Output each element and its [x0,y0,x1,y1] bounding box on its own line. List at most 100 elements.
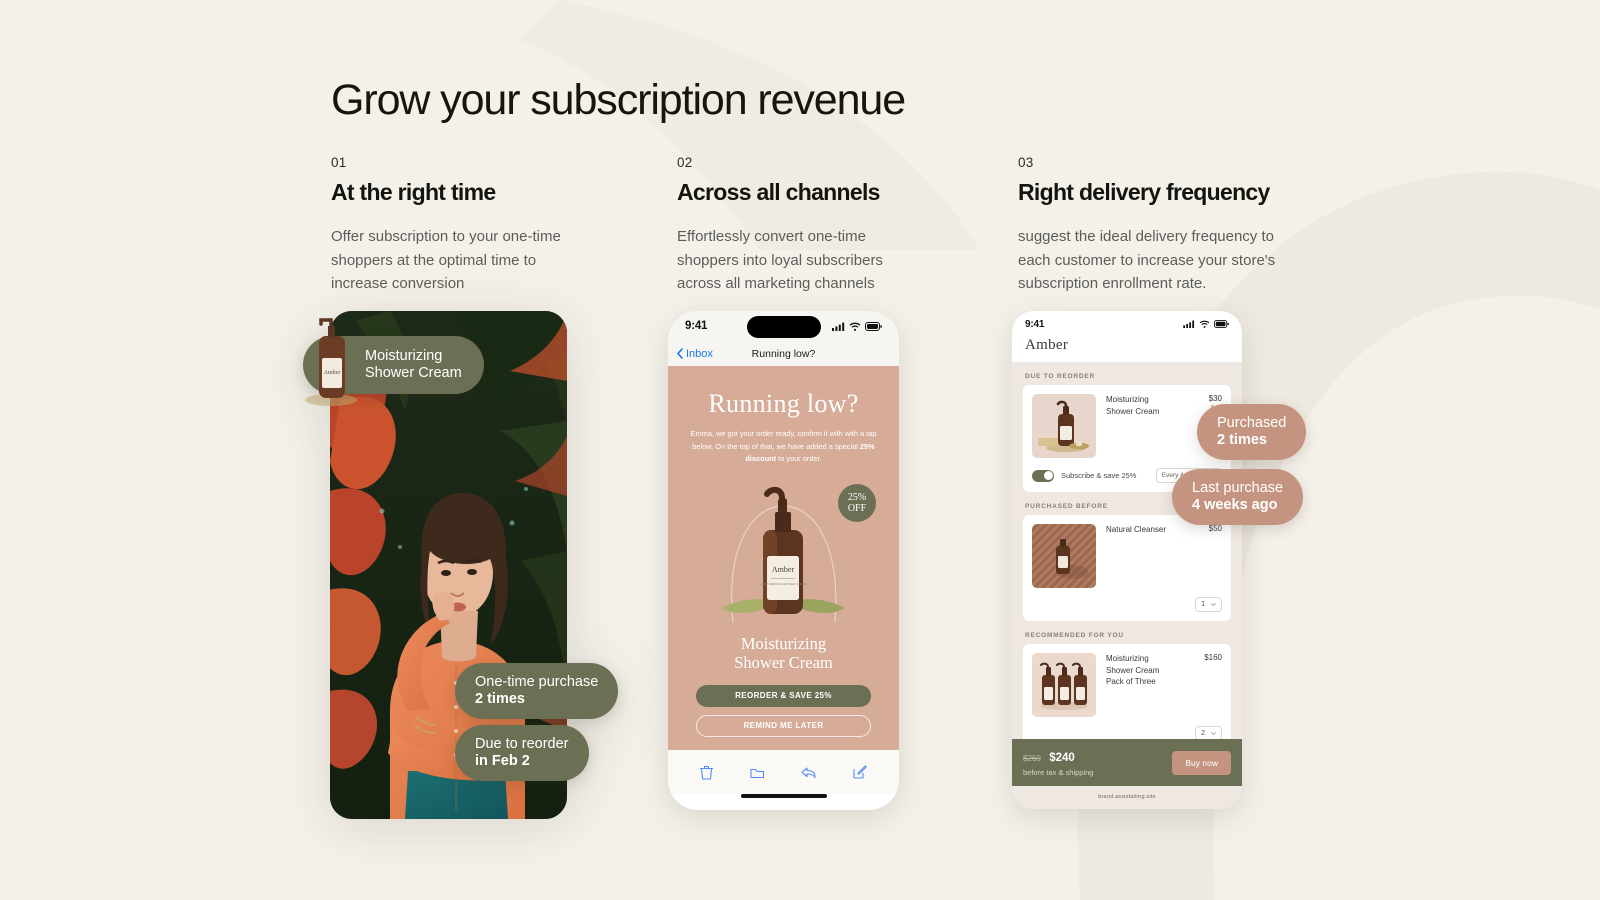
quantity-select[interactable]: 1 [1195,597,1222,612]
email-heading: Running low? [708,389,859,418]
badge-line-1: Moisturizing [365,348,443,364]
chevron-left-icon [677,348,683,359]
landing-page: Grow your subscription revenue 01 At the… [0,0,1600,900]
last-purchase-badge: Last purchase 4 weeks ago [1172,469,1304,525]
chevron-down-icon [1211,603,1216,606]
feature-number: 01 [331,155,347,170]
status-bar: 9:41 [1012,311,1242,337]
status-time: 9:41 [1025,318,1045,330]
product-name: Natural Cleanser [1106,524,1199,588]
subscribe-toggle[interactable] [1032,469,1054,482]
cellular-signal-icon [1183,320,1195,328]
status-bar: 9:41 [668,311,899,341]
badge-value: 4 weeks ago [1192,497,1278,513]
email-text-pre: Emma, we got your order ready, confirm i… [690,429,877,451]
product-card-purchased-before[interactable]: Natural Cleanser $50 1 [1023,515,1231,621]
reorder-and-save-button[interactable]: REORDER & SAVE 25% [696,684,871,707]
svg-text:Amber: Amber [772,565,795,574]
badge-label: Due to reorder [475,736,569,752]
feature-body: Offer subscription to your one-time shop… [331,228,561,292]
product-name-line-2: Shower Cream [734,652,833,672]
product-thumbnail [1032,653,1096,717]
badge-value: 2 times [475,691,525,707]
badge-label: Last purchase [1192,480,1284,496]
product-name-line-1: Moisturizing [1106,395,1149,404]
back-to-inbox-button[interactable]: Inbox [677,348,713,360]
email-text-post: to your order. [776,454,822,464]
feature-columns: 01 At the right time Offer subscription … [331,155,1431,296]
price-current: $50 [1208,524,1222,533]
page-title: Grow your subscription revenue [331,76,906,124]
due-to-reorder-badge: Due to reorder in Feb 2 [455,725,589,781]
purchased-count-badge: Purchased 2 times [1197,404,1307,460]
product-name: Moisturizing Shower Cream Pack of Three [1106,653,1194,717]
dynamic-island [746,316,821,338]
phone-mockup-photo: Amber Moisturizing Shower Cream One-time… [303,311,619,819]
status-time: 9:41 [685,320,708,332]
product-name-line-1: Moisturizing [740,633,827,653]
total-original: $260 [1023,754,1041,763]
cellular-signal-icon [832,322,845,331]
subscribe-label: Subscribe & save 25% [1061,471,1137,480]
product-name-line-2: Shower Cream [1106,665,1160,675]
checkout-footer: $260 $240 before tax & shipping Buy now [1012,739,1242,786]
feature-body: Effortlessly convert one-time shoppers i… [677,228,883,292]
price-current: $160 [1204,653,1222,662]
badge-label: Purchased [1217,415,1287,431]
feature-title: Across all channels [677,179,880,205]
section-label-due-to-reorder: DUE TO REORDER [1025,373,1095,380]
total-current: $240 [1049,752,1075,764]
feature-number: 02 [677,155,693,170]
status-icons [1183,320,1229,328]
product-row: Moisturizing Shower Cream $30 $40 [1032,394,1222,458]
price-current: $30 [1208,394,1222,403]
product-name-line-1: Natural Cleanser [1106,525,1167,534]
badge-line-2: Shower Cream [365,365,462,381]
remind-me-later-button[interactable]: REMIND ME LATER [696,714,871,737]
chevron-down-icon [1211,732,1216,735]
shower-cream-thumb-image [1032,394,1096,458]
reply-icon[interactable] [801,766,816,779]
email-product-name: Moisturizing Shower Cream [685,634,882,672]
quantity-row: 1 [1032,597,1222,612]
pack-of-three-thumb-image [1032,653,1096,717]
feature-column-2: 02 Across all channels Effortlessly conv… [677,155,1018,296]
trash-icon[interactable] [700,765,714,780]
wifi-icon [849,322,861,331]
mail-toolbar [668,750,899,794]
one-time-purchase-badge: One-time purchase 2 times [455,663,619,719]
product-name-line-1: Moisturizing [1106,654,1149,663]
badge-label: One-time purchase [475,674,599,690]
product-row: Moisturizing Shower Cream Pack of Three … [1032,653,1222,717]
phone-mockup-email: 9:41 Inbox Running low? Running low? Emm… [668,311,899,810]
compose-icon[interactable] [853,765,867,779]
discount-off-label: OFF [847,502,867,514]
quantity-value: 1 [1201,601,1205,608]
status-icons [832,321,882,331]
badge-value: in Feb 2 [475,753,530,769]
email-content: Running low? Emma, we got your order rea… [668,366,899,750]
discount-badge: 25% OFF [838,483,876,522]
order-total: $260 $240 before tax & shipping [1023,748,1093,777]
total-line: $260 $240 [1023,748,1093,766]
battery-icon [865,321,882,331]
product-price: $50 [1209,524,1222,588]
product-thumbnail [1032,394,1096,458]
section-label-recommended: RECOMMENDED FOR YOU [1025,632,1124,639]
quantity-value: 2 [1201,730,1205,737]
bottle-thumbnail-icon: Amber [305,318,357,406]
phone-mockup-store: 9:41 Amber DUE TO REORDER Moisturizing S… [1012,311,1242,809]
back-label: Inbox [686,347,713,360]
wifi-icon [1199,320,1210,328]
product-hero-image: Amber MOISTURIZING SHOWER CREAM 25% OFF [685,472,882,632]
folder-icon[interactable] [750,766,765,779]
feature-column-3: 03 Right delivery frequency suggest the … [1018,155,1378,296]
product-thumbnail [1032,524,1096,588]
natural-cleanser-thumb-image [1032,524,1096,588]
feature-number: 03 [1018,155,1034,170]
store-url: brand.assistalong.site [1098,794,1156,800]
feature-title: Right delivery frequency [1018,179,1270,205]
battery-icon [1214,320,1229,328]
buy-now-button[interactable]: Buy now [1172,750,1231,775]
product-card-recommended[interactable]: Moisturizing Shower Cream Pack of Three … [1023,644,1231,750]
